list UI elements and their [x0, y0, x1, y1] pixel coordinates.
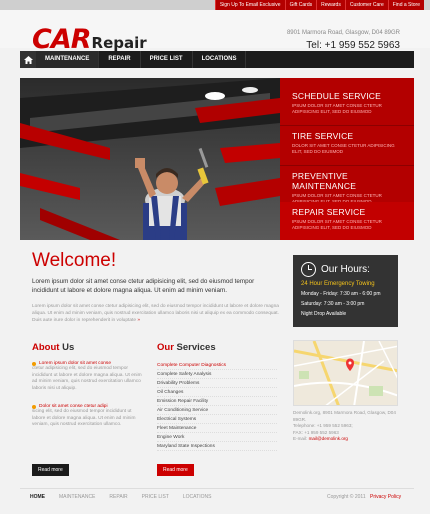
- contact-email-row: E-mail: mail@demolink.org: [293, 436, 403, 443]
- home-icon: [23, 55, 33, 64]
- top-bar: Sign Up To Email Exclusive Gift Cards Re…: [0, 0, 430, 10]
- services-title: Our Services: [157, 342, 277, 353]
- hero-service-desc: IPSUM DOLOR SIT AMET CONSE CTETUR ADIPIS…: [292, 219, 382, 230]
- about-item: Dolor sit amet conse ctetur adipi sicing…: [32, 404, 142, 429]
- footer-divider: [20, 488, 414, 489]
- about-title: About Us: [32, 342, 142, 353]
- services-title-rest: Services: [176, 342, 216, 353]
- services-list-item[interactable]: Engine Work: [157, 433, 277, 442]
- services-list-item[interactable]: Oil Changes: [157, 388, 277, 397]
- services-list-item[interactable]: Complete Safety Analysis: [157, 370, 277, 379]
- main-nav: MAINTENANCE REPAIR PRICE LIST LOCATIONS: [20, 51, 414, 68]
- hours-weekday: Monday - Friday: 7:30 am - 6:00 pm: [301, 291, 381, 297]
- services-list-item[interactable]: Fleet Maintenance: [157, 424, 277, 433]
- top-link-customer-care[interactable]: Customer Care: [344, 0, 388, 10]
- hero: SCHEDULE SERVICE IPSUM DOLOR SIT AMET CO…: [20, 78, 414, 240]
- logo-repair-text: Repair: [91, 34, 147, 52]
- services-list-item[interactable]: Emission Repair Facility: [157, 397, 277, 406]
- hours-title: Our Hours:: [321, 264, 370, 275]
- header-phone: Tel: +1 959 552 5963: [306, 40, 400, 51]
- top-link-rewards[interactable]: Rewards: [316, 0, 345, 10]
- hours-box: Our Hours: 24 Hour Emergency Towing Mond…: [293, 255, 398, 327]
- about-title-rest: Us: [62, 342, 75, 353]
- footer-nav-repair[interactable]: REPAIR: [109, 494, 127, 500]
- contact-email-link[interactable]: mail@demolink.org: [309, 436, 348, 441]
- services-list: Complete Computer Diagnostics Complete S…: [157, 361, 277, 451]
- about-read-more-button[interactable]: Read more: [32, 464, 69, 476]
- hero-service-tire[interactable]: TIRE SERVICE DOLOR SIT AMET CONSE CTETUR…: [280, 126, 414, 166]
- services-list-item[interactable]: Complete Computer Diagnostics: [157, 361, 277, 370]
- contact-info: Demolink.org, 8901 Marmora Road, Glasgow…: [293, 410, 403, 443]
- footer-nav-price-list[interactable]: PRICE LIST: [142, 494, 169, 500]
- welcome-body: Lorem ipsum dolor sit amet conse ctetur …: [32, 303, 282, 324]
- privacy-policy-link[interactable]: Privacy Policy: [370, 494, 401, 500]
- header: CAR Repair 8901 Marmora Road, Glasgow, D…: [0, 10, 430, 55]
- bullet-icon: [32, 361, 36, 366]
- page: Sign Up To Email Exclusive Gift Cards Re…: [0, 0, 430, 514]
- footer-nav-home[interactable]: HOME: [30, 494, 45, 500]
- hero-service-desc: DOLOR SIT AMET CONSE CTETUR ADIPISICING …: [292, 143, 395, 154]
- nav-item-locations[interactable]: LOCATIONS: [193, 51, 247, 68]
- hero-mechanic-photo: [20, 78, 280, 240]
- hero-service-schedule[interactable]: SCHEDULE SERVICE IPSUM DOLOR SIT AMET CO…: [280, 86, 414, 126]
- about-section: About Us Lorem ipsum dolor sit amet cons…: [32, 342, 142, 429]
- about-item: Lorem ipsum dolor sit amet conse ctetur …: [32, 361, 142, 392]
- top-link-gift-cards[interactable]: Gift Cards: [284, 0, 317, 10]
- about-item-text: ctetur adipisicing elit, sed do eiusmod …: [32, 366, 142, 391]
- hero-service-title: REPAIR SERVICE: [292, 207, 366, 217]
- hours-subtitle: 24 Hour Emergency Towing: [301, 281, 375, 287]
- mechanic-illustration: [20, 78, 280, 240]
- top-link-email-signup[interactable]: Sign Up To Email Exclusive: [214, 0, 285, 10]
- nav-item-price-list[interactable]: PRICE LIST: [141, 51, 193, 68]
- services-section: Our Services Complete Computer Diagnosti…: [157, 342, 277, 451]
- nav-item-repair[interactable]: REPAIR: [99, 51, 141, 68]
- welcome-more-link[interactable]: »: [137, 318, 140, 323]
- contact-email-label: E-mail:: [293, 436, 308, 441]
- footer-nav: HOME MAINTENANCE REPAIR PRICE LIST LOCAT…: [30, 494, 225, 500]
- services-read-more-button[interactable]: Read more: [157, 464, 194, 476]
- welcome-body-text: Lorem ipsum dolor sit amet conse ctetur …: [32, 304, 279, 323]
- welcome-title: Welcome!: [32, 250, 117, 271]
- clock-icon: [301, 262, 316, 277]
- services-list-item[interactable]: Air Conditioning Service: [157, 406, 277, 415]
- hero-service-title: PREVENTIVE MAINTENANCE: [292, 171, 357, 191]
- services-list-item[interactable]: Drivability Problems: [157, 379, 277, 388]
- about-title-first: About: [32, 342, 60, 353]
- services-title-first: Our: [157, 342, 174, 353]
- location-map[interactable]: [293, 340, 398, 406]
- header-address: 8901 Marmora Road, Glasgow, D04 89GR: [286, 30, 400, 36]
- hero-service-title: SCHEDULE SERVICE: [292, 91, 382, 101]
- top-link-find-store[interactable]: Find a Store: [387, 0, 424, 10]
- about-item-text: sicing elit, sed do eiusmod tempor incid…: [32, 409, 136, 427]
- hero-service-desc: IPSUM DOLOR SIT AMET CONSE CTETUR ADIPIS…: [292, 103, 382, 114]
- hero-service-title: TIRE SERVICE: [292, 131, 354, 141]
- nav-item-maintenance[interactable]: MAINTENANCE: [36, 51, 100, 68]
- services-list-item[interactable]: Electrical Systems: [157, 415, 277, 424]
- logo[interactable]: CAR Repair: [32, 24, 147, 55]
- top-links: Sign Up To Email Exclusive Gift Cards Re…: [214, 0, 424, 10]
- map-graphic: [294, 341, 397, 405]
- services-list-item[interactable]: Maryland State Inspections: [157, 442, 277, 451]
- hours-saturday: Saturday: 7:30 am - 3:00 pm: [301, 301, 365, 307]
- hero-service-repair[interactable]: REPAIR SERVICE IPSUM DOLOR SIT AMET CONS…: [280, 202, 414, 240]
- hero-services-panel: SCHEDULE SERVICE IPSUM DOLOR SIT AMET CO…: [280, 78, 414, 240]
- nav-home-button[interactable]: [20, 51, 36, 68]
- welcome-lead: Lorem ipsum dolor sit amet conse ctetur …: [32, 278, 255, 294]
- hero-service-preventive[interactable]: PREVENTIVE MAINTENANCE IPSUM DOLOR SIT A…: [280, 166, 414, 206]
- welcome-section: Welcome! Lorem ipsum dolor sit amet cons…: [32, 250, 282, 324]
- hours-note: Night Drop Available: [301, 311, 347, 317]
- footer-nav-maintenance[interactable]: MAINTENANCE: [59, 494, 95, 500]
- bullet-icon: [32, 404, 36, 409]
- hours-header: Our Hours:: [301, 262, 390, 277]
- copyright: Copyright © 2011: [327, 494, 366, 500]
- contact-address: Demolink.org, 8901 Marmora Road, Glasgow…: [293, 410, 396, 422]
- footer-nav-locations[interactable]: LOCATIONS: [183, 494, 212, 500]
